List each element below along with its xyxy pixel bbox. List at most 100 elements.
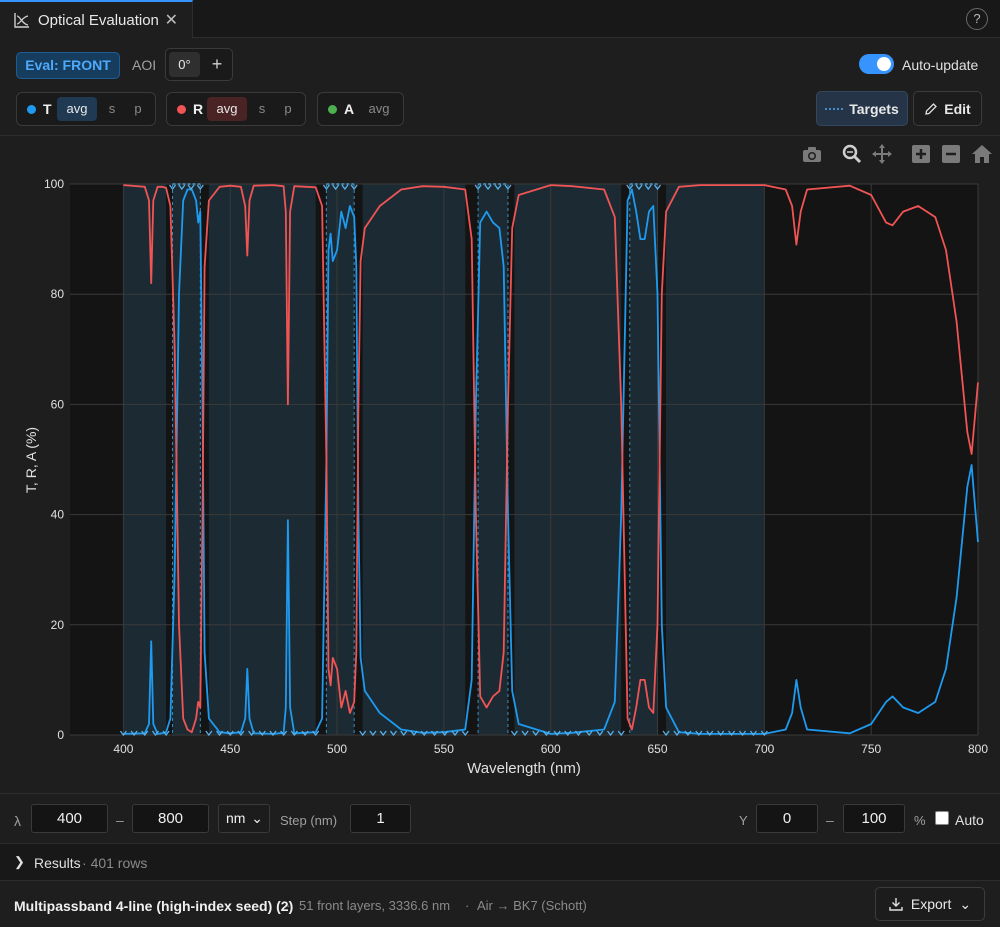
results-label: Results: [34, 855, 81, 871]
target-region-stop: [666, 184, 765, 735]
a-avg-option[interactable]: avg: [362, 97, 396, 121]
auto-label: Auto: [955, 812, 984, 828]
chevron-right-icon: ❯: [14, 854, 25, 869]
r-color-dot: [177, 105, 186, 114]
x-axis-title: Wavelength (nm): [467, 760, 581, 777]
meta-separator: ·: [465, 898, 470, 913]
target-region-stop: [514, 184, 622, 735]
chart-panel: 400 450 500 550 600 650 700 750 800 0 20 40 60 80 100 …: [0, 137, 1000, 793]
lambda-label: λ: [14, 813, 21, 829]
modebar: [803, 144, 992, 164]
targets-button[interactable]: Targets: [816, 91, 908, 126]
range-dash: –: [116, 812, 124, 828]
r-p-option[interactable]: p: [277, 97, 299, 121]
auto-checkbox[interactable]: [935, 811, 949, 825]
series-name-r[interactable]: R: [193, 101, 203, 117]
t-s-option[interactable]: s: [101, 97, 123, 121]
x-tick-label: 600: [541, 742, 561, 756]
t-avg-option[interactable]: avg: [57, 97, 97, 121]
x-tick-label: 550: [434, 742, 454, 756]
export-button[interactable]: Export ⌄: [875, 887, 985, 921]
step-input[interactable]: 1: [350, 804, 411, 833]
zoom-icon[interactable]: [842, 144, 862, 164]
x-tick-label: 650: [648, 742, 668, 756]
dotted-line-icon: [825, 107, 844, 110]
results-expander[interactable]: ❯ Results · 401 rows: [0, 843, 1000, 881]
y-tick-label: 100: [44, 177, 64, 191]
target-region-pass: [326, 184, 355, 735]
y-tick-label: 60: [51, 397, 65, 411]
zoom-in-icon[interactable]: [912, 145, 930, 163]
close-icon[interactable]: ✕: [165, 10, 178, 30]
series-group-a: A avg: [317, 92, 404, 126]
chart-icon: [14, 13, 29, 28]
x-tick-label: 700: [754, 742, 774, 756]
pan-icon[interactable]: [872, 144, 892, 164]
x-tick-label: 800: [968, 742, 988, 756]
tab-title: Optical Evaluation: [38, 11, 159, 29]
t-p-option[interactable]: p: [127, 97, 149, 121]
series-name-a[interactable]: A: [344, 101, 354, 117]
design-name: Multipassband 4-line (high-index seed) (…: [14, 898, 294, 914]
y-max-input[interactable]: 100: [843, 804, 905, 833]
y-tick-label: 40: [51, 508, 65, 522]
aoi-label: AOI: [132, 57, 157, 73]
layer-summary: 51 front layers, 3336.6 nm: [299, 898, 451, 913]
series-group-r: R avg s p: [166, 92, 306, 126]
lambda-max-input[interactable]: 800: [132, 804, 209, 833]
toggle-knob: [877, 57, 891, 71]
add-aoi-button[interactable]: +: [206, 53, 228, 77]
series-name-t[interactable]: T: [43, 101, 52, 117]
x-tick-label: 750: [861, 742, 881, 756]
lambda-min-input[interactable]: 400: [31, 804, 108, 833]
auto-update-label: Auto-update: [902, 57, 979, 73]
series-group-t: T avg s p: [16, 92, 156, 126]
eval-side-button[interactable]: Eval: FRONT: [16, 52, 120, 79]
a-color-dot: [328, 105, 337, 114]
range-controls: λ 400 – 800 nm ⌄ Step (nm) 1 Y 0 – 100 %…: [0, 793, 1000, 843]
x-tick-label: 500: [327, 742, 347, 756]
step-label: Step (nm): [280, 813, 338, 828]
home-icon[interactable]: [972, 145, 992, 163]
t-color-dot: [27, 105, 36, 114]
y-tick-label: 0: [57, 728, 64, 742]
r-s-option[interactable]: s: [251, 97, 273, 121]
r-avg-option[interactable]: avg: [207, 97, 247, 121]
aoi-control: 0° +: [165, 48, 233, 81]
y-unit-label: %: [914, 813, 926, 828]
edit-button[interactable]: Edit: [913, 91, 982, 126]
spectrum-chart[interactable]: 400 450 500 550 600 650 700 750 800020406080100 …: [0, 137, 1000, 793]
y-tick-label: 20: [51, 618, 65, 632]
target-region-stop: [208, 184, 316, 735]
help-icon[interactable]: ?: [966, 8, 988, 30]
y-axis-title: T, R, A (%): [23, 427, 39, 493]
chevron-down-icon: ⌄: [251, 810, 263, 826]
design-footer: Multipassband 4-line (high-index seed) (…: [0, 881, 1000, 927]
unit-value: nm: [226, 810, 246, 826]
tab-bar: Optical Evaluation ✕ ?: [0, 0, 1000, 38]
results-count-value: 401 rows: [90, 855, 148, 871]
y-min-input[interactable]: 0: [756, 804, 818, 833]
download-icon: [889, 898, 903, 911]
zoom-out-icon[interactable]: [942, 145, 960, 163]
evaluation-toolbar: Eval: FRONT AOI 0° + Auto-update T avg s…: [0, 38, 1000, 136]
tab-optical-evaluation[interactable]: Optical Evaluation ✕: [0, 0, 193, 38]
aoi-chip-0[interactable]: 0°: [169, 52, 200, 77]
results-count: · 401 rows: [82, 855, 148, 871]
x-tick-label: 450: [220, 742, 240, 756]
auto-update-toggle[interactable]: [859, 54, 894, 74]
export-label: Export: [910, 896, 952, 912]
y-range-dash: –: [826, 812, 834, 828]
x-tick-label: 400: [113, 742, 133, 756]
target-region-stop: [123, 184, 167, 735]
camera-icon[interactable]: [803, 147, 821, 162]
target-region-pass: [629, 184, 658, 735]
y-tick-label: 80: [51, 287, 65, 301]
targets-label: Targets: [849, 100, 899, 117]
chevron-down-icon: ⌄: [959, 895, 972, 912]
target-region-stop: [362, 184, 466, 735]
meta-separator: ·: [286, 898, 291, 913]
pencil-icon: [925, 102, 938, 115]
media-summary: Air → BK7 (Schott): [477, 898, 587, 913]
unit-select[interactable]: nm ⌄: [218, 804, 270, 833]
